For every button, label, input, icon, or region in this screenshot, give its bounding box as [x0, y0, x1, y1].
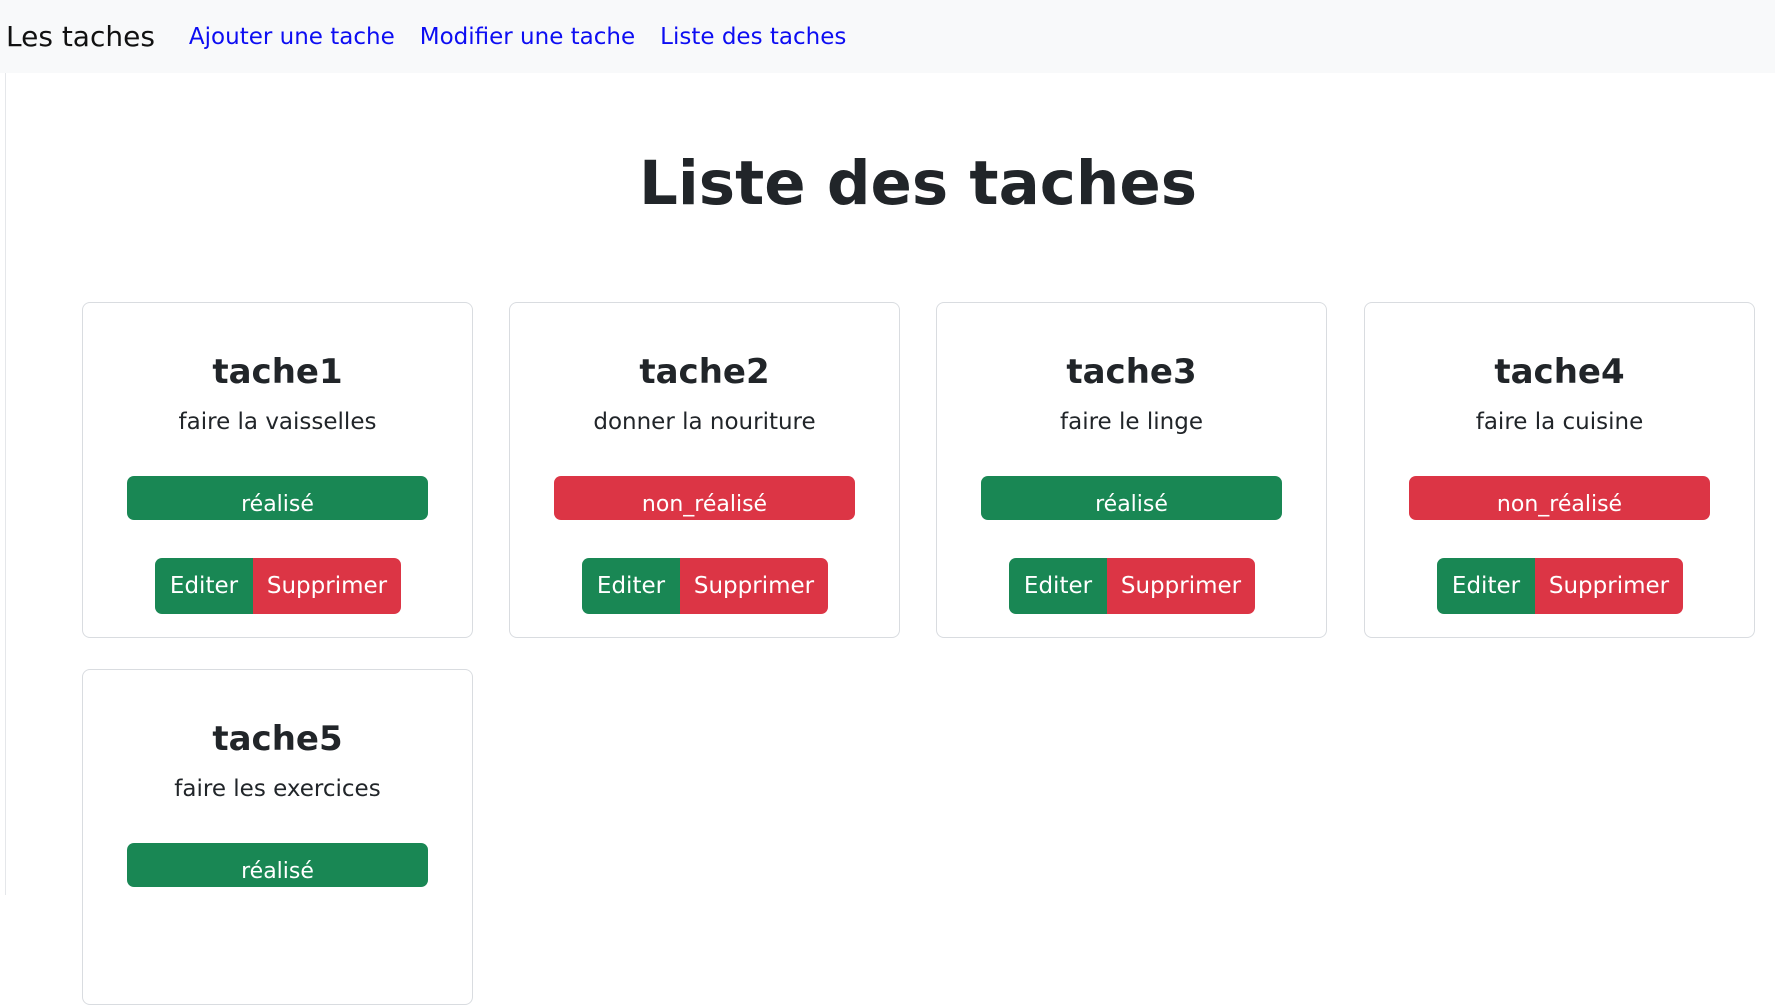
- task-title: tache5: [212, 719, 343, 759]
- edit-button[interactable]: Editer: [1437, 558, 1535, 614]
- delete-button[interactable]: Supprimer: [253, 558, 401, 614]
- top-navbar: Les taches Ajouter une tache Modifier un…: [0, 0, 1775, 73]
- task-description: faire le linge: [1060, 409, 1203, 435]
- page-title: Liste des taches: [638, 148, 1198, 219]
- navbar-links: Ajouter une tache Modifier une tache Lis…: [189, 24, 871, 50]
- nav-link-add-task[interactable]: Ajouter une tache: [189, 24, 395, 50]
- task-card: tache3 faire le linge réalisé Editer Sup…: [936, 302, 1327, 638]
- edit-button[interactable]: Editer: [1009, 558, 1107, 614]
- task-description: faire la vaisselles: [178, 409, 377, 435]
- task-status-badge: réalisé: [127, 476, 428, 520]
- task-actions: Editer Supprimer: [582, 558, 828, 614]
- task-actions: Editer Supprimer: [155, 558, 401, 614]
- task-description: faire les exercices: [174, 776, 381, 802]
- task-status-badge: réalisé: [127, 843, 428, 887]
- task-status-badge: réalisé: [981, 476, 1282, 520]
- delete-button[interactable]: Supprimer: [680, 558, 828, 614]
- delete-button[interactable]: Supprimer: [1107, 558, 1255, 614]
- task-description: faire la cuisine: [1475, 409, 1644, 435]
- nav-link-task-list[interactable]: Liste des taches: [660, 24, 846, 50]
- edit-button[interactable]: Editer: [582, 558, 680, 614]
- edit-button[interactable]: Editer: [155, 558, 253, 614]
- task-title: tache2: [639, 352, 770, 392]
- task-title: tache1: [212, 352, 343, 392]
- nav-link-edit-task[interactable]: Modifier une tache: [420, 24, 635, 50]
- task-card: tache1 faire la vaisselles réalisé Edite…: [82, 302, 473, 638]
- delete-button[interactable]: Supprimer: [1535, 558, 1683, 614]
- task-description: donner la nouriture: [593, 409, 816, 435]
- task-card: tache4 faire la cuisine non_réalisé Edit…: [1364, 302, 1755, 638]
- task-card: tache2 donner la nouriture non_réalisé E…: [509, 302, 900, 638]
- task-title: tache4: [1494, 352, 1625, 392]
- task-actions: Editer Supprimer: [1437, 558, 1683, 614]
- task-status-badge: non_réalisé: [1409, 476, 1710, 520]
- navbar-brand[interactable]: Les taches: [6, 20, 155, 53]
- task-status-badge: non_réalisé: [554, 476, 855, 520]
- task-title: tache3: [1066, 352, 1197, 392]
- page-left-border: [5, 0, 6, 895]
- task-card: tache5 faire les exercices réalisé: [82, 669, 473, 1005]
- task-actions: Editer Supprimer: [1009, 558, 1255, 614]
